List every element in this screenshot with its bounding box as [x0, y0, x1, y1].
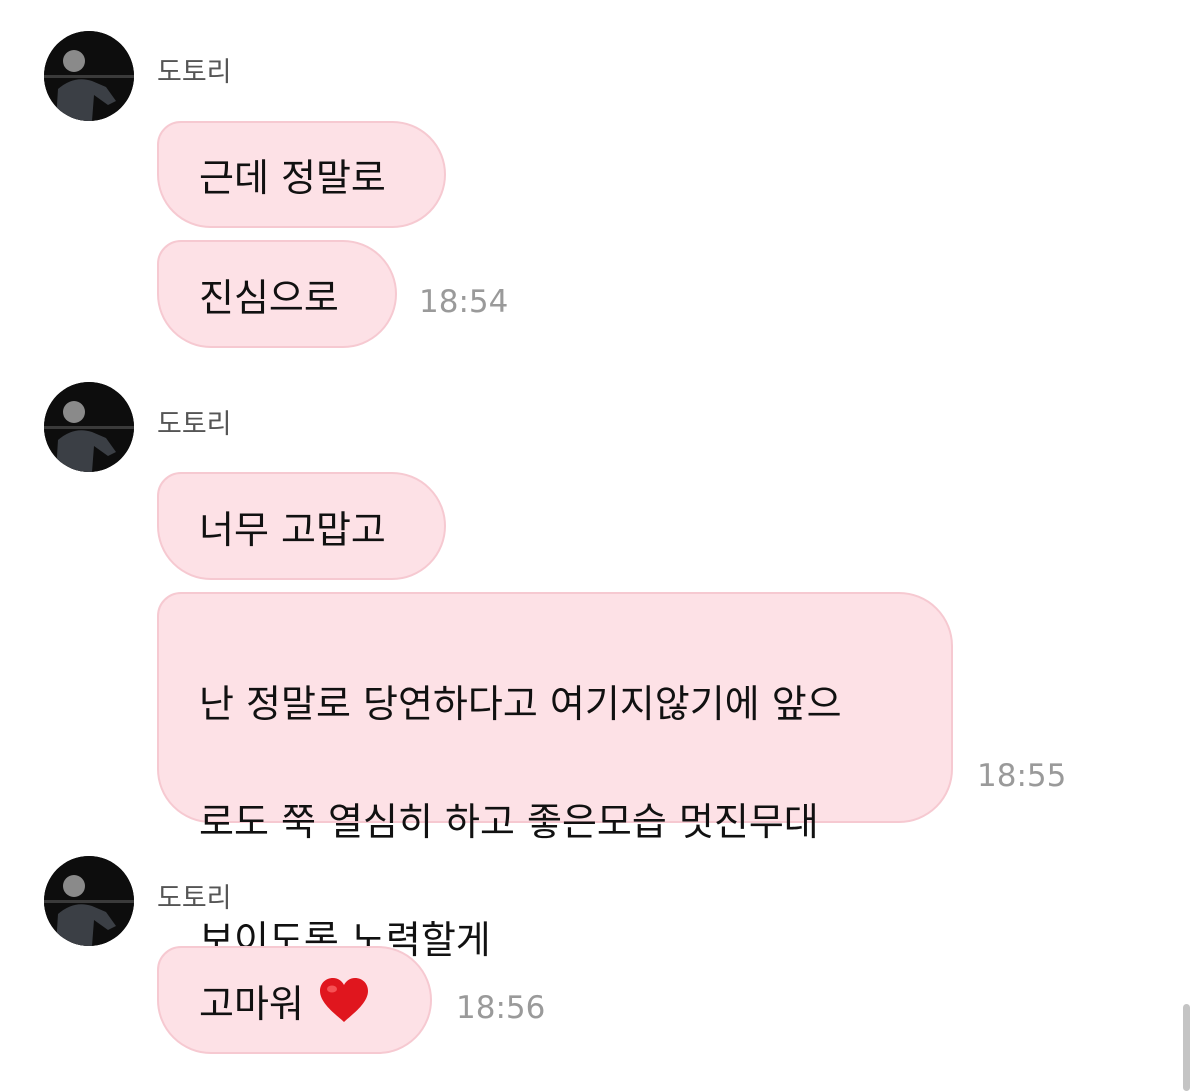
message-text: 진심으로 [199, 275, 339, 320]
scrollbar[interactable] [1183, 1004, 1190, 1091]
message-line: 난 정말로 당연하다고 여기지않기에 앞으 [199, 682, 842, 726]
timestamp: 18:56 [456, 990, 546, 1026]
message-bubble[interactable]: 진심으로 [157, 240, 397, 348]
avatar[interactable] [44, 31, 134, 121]
sender-name: 도토리 [157, 883, 232, 914]
timestamp: 18:54 [419, 284, 509, 320]
message-text: 근데 정말로 [199, 156, 386, 200]
message-bubble[interactable]: 근데 정말로 [157, 121, 446, 228]
message-text: 너무 고맙고 [199, 507, 386, 552]
message-bubble[interactable]: 난 정말로 당연하다고 여기지않기에 앞으 로도 쭉 열심히 하고 좋은모습 멋… [157, 592, 953, 962]
message-text: 고마워 [199, 981, 304, 1026]
avatar[interactable] [44, 382, 134, 472]
message-bubble[interactable]: 고마워 [157, 946, 432, 1054]
timestamp: 18:55 [977, 758, 1067, 794]
sender-name: 도토리 [157, 57, 232, 88]
message-bubble[interactable]: 너무 고맙고 [157, 472, 446, 580]
avatar[interactable] [44, 856, 134, 946]
sender-name: 도토리 [157, 409, 232, 440]
red-heart-icon [318, 976, 370, 1024]
message-line: 로도 쭉 열심히 하고 좋은모습 멋진무대 [199, 800, 819, 844]
